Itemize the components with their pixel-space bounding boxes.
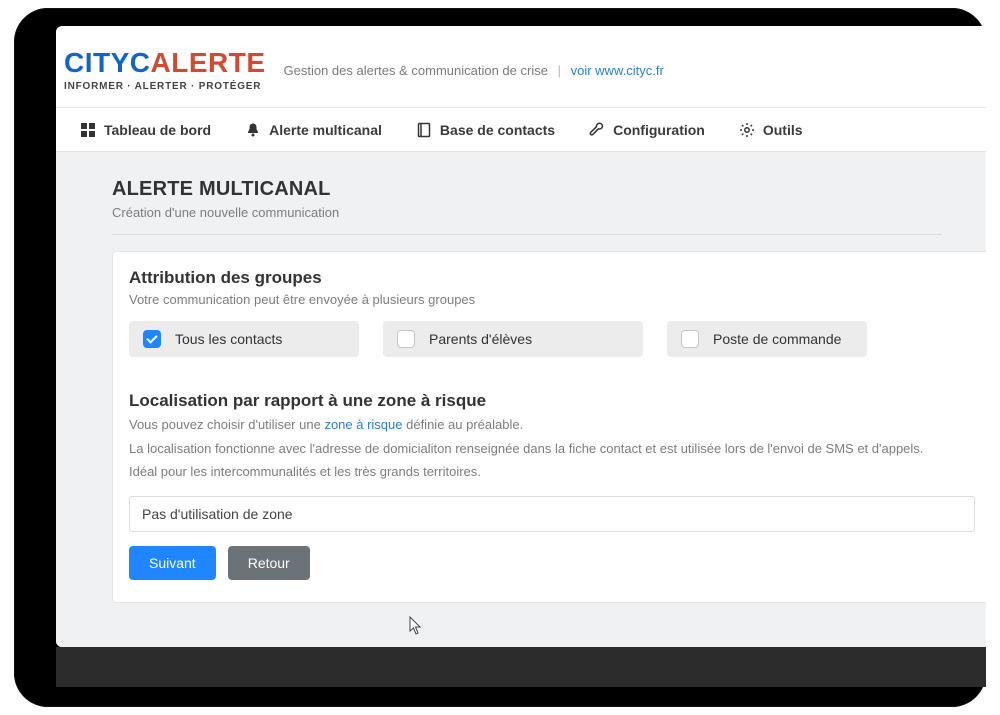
checkbox-icon[interactable] <box>143 330 161 348</box>
zone-risk-link[interactable]: zone à risque <box>324 417 402 432</box>
grid-icon <box>80 122 96 138</box>
page-subtitle: Création d'une nouvelle communication <box>112 205 942 220</box>
nav-outils[interactable]: Outils <box>725 108 817 152</box>
group-label: Parents d'élèves <box>429 331 532 347</box>
zone-select-value: Pas d'utilisation de zone <box>142 506 293 522</box>
zone-desc-line2: La localisation fonctionne avec l'adress… <box>129 439 975 459</box>
nav-label: Outils <box>763 122 803 138</box>
logo: CITYCALERTE INFORMER · ALERTER · PROTÉGE… <box>64 49 266 92</box>
zone-select[interactable]: Pas d'utilisation de zone <box>129 496 975 532</box>
group-option-all[interactable]: Tous les contacts <box>129 321 359 357</box>
groups-section: Attribution des groupes Votre communicat… <box>129 268 975 357</box>
zone-desc-line1: Vous pouvez choisir d'utiliser une zone … <box>129 415 975 435</box>
nav-alerte-multicanal[interactable]: Alerte multicanal <box>231 108 396 152</box>
header: CITYCALERTE INFORMER · ALERTER · PROTÉGE… <box>56 26 986 108</box>
header-tagline: Gestion des alertes & communication de c… <box>284 63 664 78</box>
logo-strapline: INFORMER · ALERTER · PROTÉGER <box>64 81 266 92</box>
form-card: Attribution des groupes Votre communicat… <box>112 251 986 603</box>
nav-configuration[interactable]: Configuration <box>575 108 719 152</box>
group-label: Poste de commande <box>713 331 841 347</box>
gear-icon <box>739 122 755 138</box>
groups-title: Attribution des groupes <box>129 268 975 288</box>
nav-label: Tableau de bord <box>104 122 211 138</box>
nav-label: Base de contacts <box>440 122 555 138</box>
nav-base-contacts[interactable]: Base de contacts <box>402 108 569 152</box>
group-label: Tous les contacts <box>175 331 282 347</box>
zone-desc-line3: Idéal pour les intercommunalités et les … <box>129 462 975 482</box>
page-body: ALERTE MULTICANAL Création d'une nouvell… <box>56 152 986 647</box>
zone-title: Localisation par rapport à une zone à ri… <box>129 391 975 411</box>
main-nav: Tableau de bord Alerte multicanal Base d… <box>56 108 986 152</box>
nav-dashboard[interactable]: Tableau de bord <box>66 108 225 152</box>
groups-subtitle: Votre communication peut être envoyée à … <box>129 292 975 307</box>
page-title: ALERTE MULTICANAL <box>112 178 942 201</box>
logo-part2: ALERTE <box>151 47 266 78</box>
checkbox-icon[interactable] <box>397 330 415 348</box>
nav-label: Configuration <box>613 122 705 138</box>
page-header: ALERTE MULTICANAL Création d'une nouvell… <box>112 172 942 235</box>
tagline-text: Gestion des alertes & communication de c… <box>284 63 548 78</box>
tagline-link[interactable]: voir www.cityc.fr <box>571 63 664 78</box>
back-button[interactable]: Retour <box>228 546 310 580</box>
logo-part1: CITYC <box>64 47 151 78</box>
group-option-parents[interactable]: Parents d'élèves <box>383 321 643 357</box>
wrench-icon <box>589 122 605 138</box>
group-option-poste[interactable]: Poste de commande <box>667 321 867 357</box>
contacts-icon <box>416 122 432 138</box>
zone-section: Localisation par rapport à une zone à ri… <box>129 391 975 580</box>
checkbox-icon[interactable] <box>681 330 699 348</box>
bell-icon <box>245 122 261 138</box>
nav-label: Alerte multicanal <box>269 122 382 138</box>
next-button[interactable]: Suivant <box>129 546 216 580</box>
